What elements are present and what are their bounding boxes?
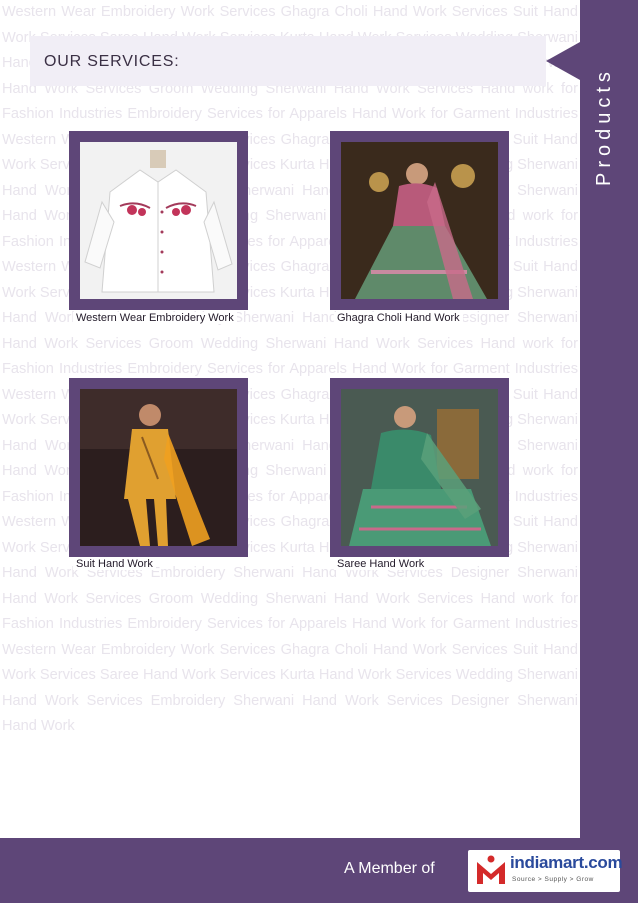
indiamart-m-icon	[474, 853, 508, 887]
indiamart-tagline: Source > Supply > Grow	[512, 876, 594, 883]
indiamart-logo-text: indiamart.com	[510, 853, 623, 872]
product-caption-saree: Saree Hand Work	[334, 558, 428, 570]
product-card-ghagra-choli[interactable]	[330, 131, 509, 310]
product-caption-western-wear: Western Wear Embroidery Work	[73, 312, 237, 324]
product-caption-suit: Suit Hand Work	[73, 558, 156, 570]
product-card-western-wear[interactable]	[69, 131, 248, 310]
product-card-saree[interactable]	[330, 378, 509, 557]
sidebar-products-label: Products	[593, 67, 615, 186]
saree-photo-icon	[341, 389, 498, 546]
ghagra-photo-icon	[341, 142, 498, 299]
product-card-suit[interactable]	[69, 378, 248, 557]
product-caption-ghagra-choli: Ghagra Choli Hand Work	[334, 312, 463, 324]
banner-arrow-icon	[546, 42, 580, 80]
footer-member-text: A Member of	[344, 860, 435, 877]
page-title: OUR SERVICES:	[44, 53, 180, 70]
suit-photo-icon	[80, 389, 237, 546]
shirt-photo-icon	[80, 142, 237, 299]
